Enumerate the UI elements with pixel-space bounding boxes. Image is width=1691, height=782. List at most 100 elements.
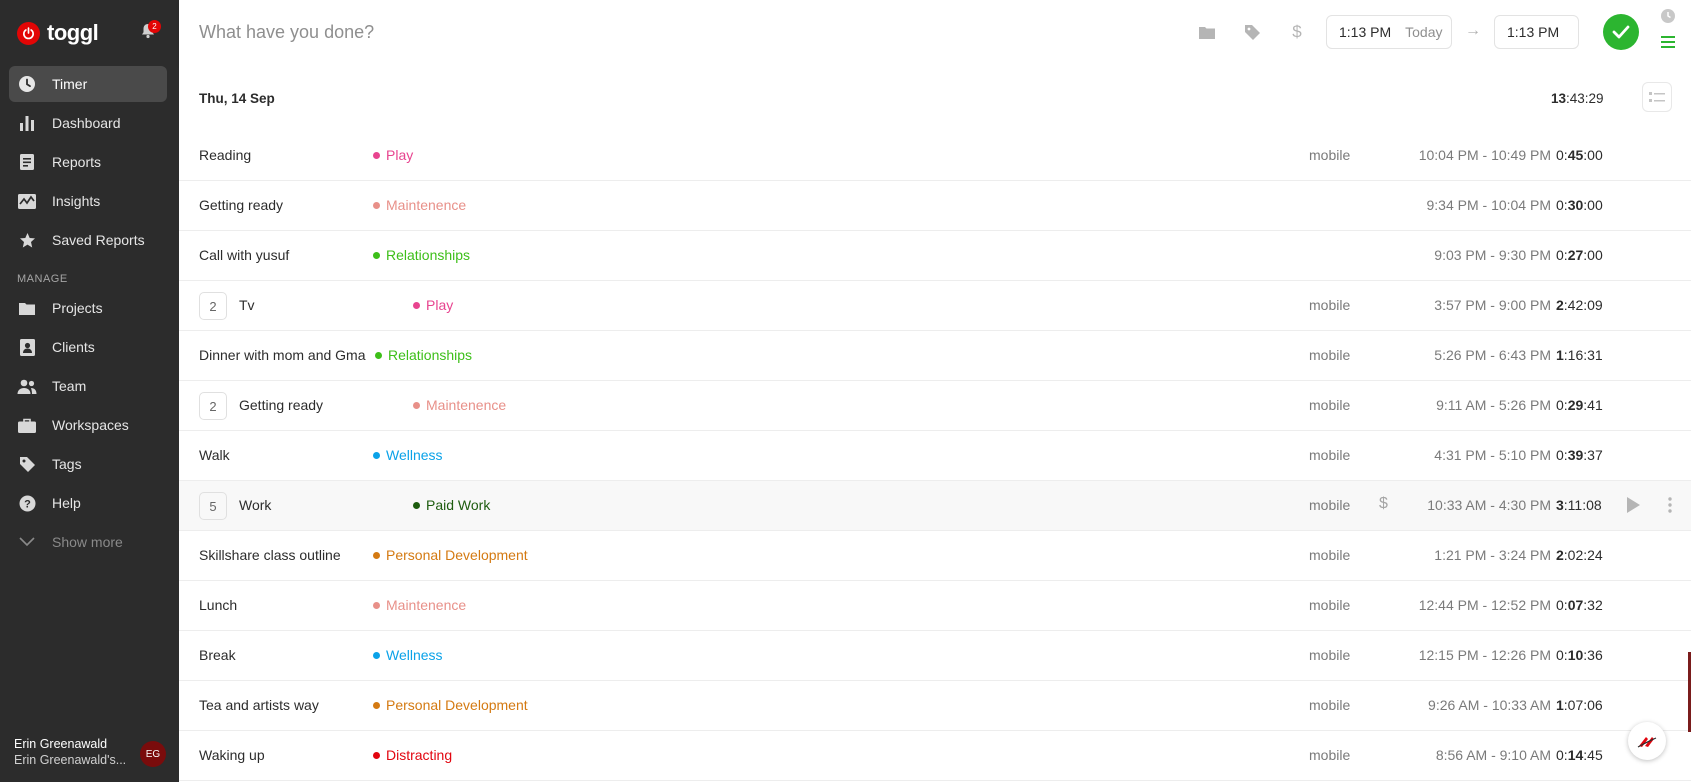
entry-time-range[interactable]: 1:21 PM - 3:24 PM — [1434, 547, 1551, 563]
table-row[interactable]: Walk Wellness mobile 4:31 PM - 5:10 PM 0:39:… — [179, 431, 1691, 481]
entry-description[interactable]: Dinner with mom and Gma — [199, 347, 366, 363]
end-time-field[interactable]: 1:13 PM — [1494, 15, 1579, 49]
entry-duration[interactable]: 1:07:06 — [1556, 697, 1603, 713]
sidebar-item-insights[interactable]: Insights — [9, 183, 167, 219]
entry-tag[interactable]: mobile — [1309, 497, 1350, 513]
entry-description[interactable]: Reading — [199, 147, 251, 163]
entry-description[interactable]: Tv — [239, 297, 255, 313]
table-row[interactable]: Call with yusuf Relationships 9:03 PM - 9:… — [179, 231, 1691, 281]
entry-project[interactable]: Maintenence — [413, 397, 506, 413]
entry-project[interactable]: Play — [373, 147, 413, 163]
entry-description[interactable]: Call with yusuf — [199, 247, 289, 263]
play-icon[interactable] — [1625, 496, 1641, 517]
entry-tag[interactable]: mobile — [1309, 697, 1350, 713]
entry-project[interactable]: Maintenence — [373, 197, 466, 213]
folder-icon[interactable] — [1197, 22, 1217, 42]
table-row[interactable]: Dinner with mom and Gma Relationships mobi… — [179, 331, 1691, 381]
table-row[interactable]: 5 Work Paid Work mobile $10:33 AM - 4:30 PM 3… — [179, 481, 1691, 531]
entry-tag[interactable]: mobile — [1309, 747, 1350, 763]
entry-time-range[interactable]: 8:56 AM - 9:10 AM — [1436, 747, 1551, 763]
sidebar-item-reports[interactable]: Reports — [9, 144, 167, 180]
table-row[interactable]: Break Wellness mobile 12:15 PM - 12:26 PM 0:… — [179, 631, 1691, 681]
entry-description[interactable]: Skillshare class outline — [199, 547, 341, 563]
entry-duration[interactable]: 0:07:32 — [1556, 597, 1603, 613]
dollar-icon[interactable]: $ — [1287, 22, 1307, 42]
entry-description[interactable]: Work — [239, 497, 271, 513]
sidebar-item-team[interactable]: Team — [9, 368, 167, 404]
entry-description[interactable]: Tea and artists way — [199, 697, 319, 713]
entry-project[interactable]: Play — [413, 297, 453, 313]
entry-time-range[interactable]: 9:11 AM - 5:26 PM — [1436, 397, 1551, 413]
entry-time-range[interactable]: 4:31 PM - 5:10 PM — [1434, 447, 1551, 463]
sidebar-item-tags[interactable]: Tags — [9, 446, 167, 482]
entry-duration[interactable]: 3:11:08 — [1556, 497, 1602, 513]
entry-project[interactable]: Personal Development — [373, 547, 528, 563]
entry-duration[interactable]: 1:16:31 — [1556, 347, 1603, 363]
entry-duration[interactable]: 0:10:36 — [1556, 647, 1603, 663]
entry-tag[interactable]: mobile — [1309, 297, 1350, 313]
table-row[interactable]: 2 Getting ready Maintenence mobile 9:11 AM -… — [179, 381, 1691, 431]
entry-project[interactable]: Wellness — [373, 447, 443, 463]
entry-project[interactable]: Relationships — [373, 247, 470, 263]
entry-duration[interactable]: 0:45:00 — [1556, 147, 1603, 163]
more-options-icon[interactable] — [1668, 496, 1672, 517]
entry-project[interactable]: Maintenence — [373, 597, 466, 613]
sidebar-item-clients[interactable]: Clients — [9, 329, 167, 365]
entry-project[interactable]: Wellness — [373, 647, 443, 663]
group-count-badge[interactable]: 2 — [199, 392, 227, 420]
entry-tag[interactable]: mobile — [1309, 347, 1350, 363]
entry-description[interactable]: Walk — [199, 447, 230, 463]
entry-project[interactable]: Personal Development — [373, 697, 528, 713]
sidebar-item-timer[interactable]: Timer — [9, 66, 167, 102]
table-row[interactable]: Reading Play mobile 10:04 PM - 10:49 PM 0:45… — [179, 131, 1691, 181]
entry-duration[interactable]: 0:39:37 — [1556, 447, 1603, 463]
manual-mode-icon[interactable] — [1660, 35, 1678, 49]
entry-time-range[interactable]: 12:15 PM - 12:26 PM — [1419, 647, 1551, 663]
entry-time-range[interactable]: 9:34 PM - 10:04 PM — [1426, 197, 1551, 213]
entry-duration[interactable]: 2:02:24 — [1556, 547, 1603, 563]
entry-tag[interactable]: mobile — [1309, 147, 1350, 163]
billable-icon[interactable]: $ — [1379, 495, 1388, 513]
entry-project[interactable]: Distracting — [373, 747, 452, 763]
entry-tag[interactable]: mobile — [1309, 647, 1350, 663]
entry-time-range[interactable]: 3:57 PM - 9:00 PM — [1434, 297, 1551, 313]
sidebar-item-help[interactable]: ? Help — [9, 485, 167, 521]
table-row[interactable]: Lunch Maintenence mobile 12:44 PM - 12:52 P… — [179, 581, 1691, 631]
entry-tag[interactable]: mobile — [1309, 397, 1350, 413]
table-row[interactable]: Skillshare class outline Personal Develop… — [179, 531, 1691, 581]
entry-tag[interactable]: mobile — [1309, 447, 1350, 463]
show-more-button[interactable]: Show more — [9, 524, 167, 560]
entry-description[interactable]: Lunch — [199, 597, 237, 613]
sidebar-item-dashboard[interactable]: Dashboard — [9, 105, 167, 141]
entry-description[interactable]: Getting ready — [239, 397, 323, 413]
sidebar-item-projects[interactable]: Projects — [9, 290, 167, 326]
table-row[interactable]: Tea and artists way Personal Development m… — [179, 681, 1691, 731]
entry-time-range[interactable]: 12:44 PM - 12:52 PM — [1419, 597, 1551, 613]
entry-tag[interactable]: mobile — [1309, 597, 1350, 613]
help-widget-button[interactable] — [1628, 722, 1666, 760]
sidebar-item-saved-reports[interactable]: Saved Reports — [9, 222, 167, 258]
entry-time-range[interactable]: 10:04 PM - 10:49 PM — [1419, 147, 1551, 163]
entry-time-range[interactable]: 10:33 AM - 4:30 PM — [1427, 497, 1551, 513]
group-count-badge[interactable]: 5 — [199, 492, 227, 520]
entry-duration[interactable]: 0:14:45 — [1556, 747, 1603, 763]
table-row[interactable]: Getting ready Maintenence 9:34 PM - 10:04 … — [179, 181, 1691, 231]
table-row[interactable]: 2 Tv Play mobile 3:57 PM - 9:00 PM 2:42:09 — [179, 281, 1691, 331]
entry-time-range[interactable]: 9:03 PM - 9:30 PM — [1434, 247, 1551, 263]
entry-project[interactable]: Paid Work — [413, 497, 490, 513]
entry-description[interactable]: Break — [199, 647, 236, 663]
add-entry-button[interactable] — [1603, 14, 1639, 50]
timer-mode-icon[interactable] — [1660, 8, 1678, 26]
description-input[interactable] — [199, 18, 899, 46]
entry-description[interactable]: Getting ready — [199, 197, 283, 213]
entry-time-range[interactable]: 5:26 PM - 6:43 PM — [1434, 347, 1551, 363]
entry-duration[interactable]: 0:30:00 — [1556, 197, 1603, 213]
entry-duration[interactable]: 0:27:00 — [1556, 247, 1603, 263]
avatar[interactable]: EG — [140, 741, 166, 767]
table-row[interactable]: Waking up Distracting mobile 8:56 AM - 9:10… — [179, 731, 1691, 781]
start-time-field[interactable]: 1:13 PM Today — [1326, 15, 1452, 49]
entry-time-range[interactable]: 9:26 AM - 10:33 AM — [1428, 697, 1551, 713]
sidebar-item-workspaces[interactable]: Workspaces — [9, 407, 167, 443]
entry-project[interactable]: Relationships — [375, 347, 472, 363]
brand-logo[interactable]: toggl — [17, 20, 99, 46]
